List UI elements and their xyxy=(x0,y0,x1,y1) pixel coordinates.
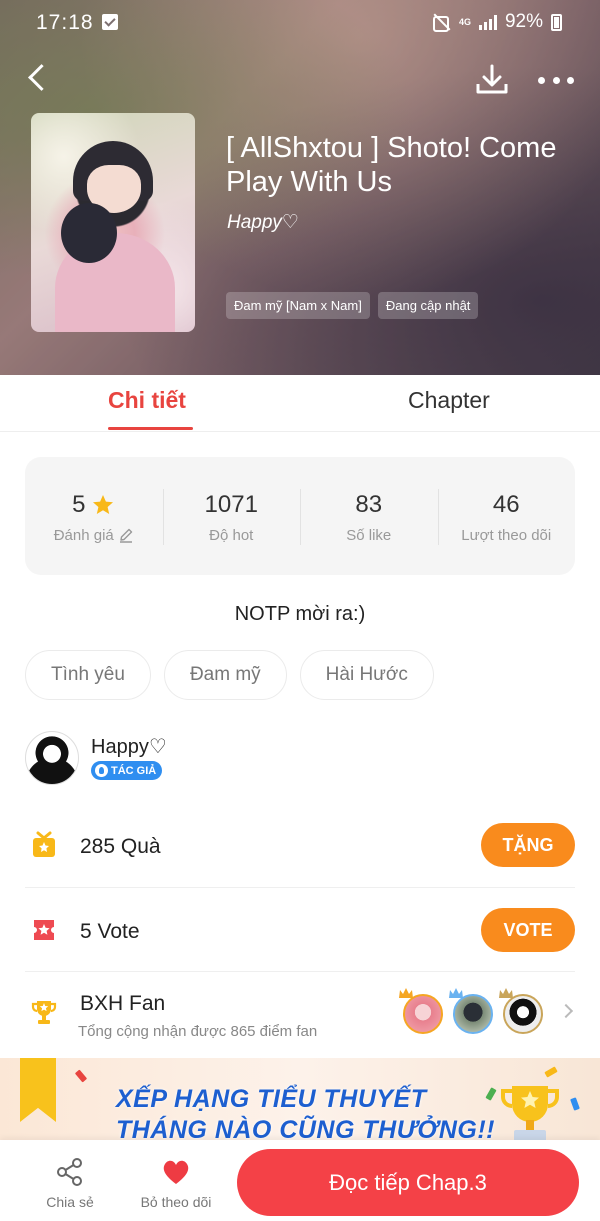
fan-avatar[interactable] xyxy=(403,994,443,1034)
fan-avatar[interactable] xyxy=(503,994,543,1034)
confetti-decoration xyxy=(570,1097,580,1111)
banner-line-1: XẾP HẠNG TIỂU THUYẾT xyxy=(116,1085,427,1113)
gift-row: 285 Quà TẶNG xyxy=(25,818,575,888)
fan-ranking-subtitle: Tổng cộng nhận được 865 điểm fan xyxy=(78,1023,318,1040)
more-dot xyxy=(567,76,574,84)
fan-ranking-title: BXH Fan xyxy=(80,992,166,1015)
confetti-decoration xyxy=(544,1066,558,1078)
rating-label: Đánh giá xyxy=(53,526,114,544)
gift-count: 285 Quà xyxy=(80,835,161,858)
unfollow-button[interactable]: Bỏ theo dõi xyxy=(128,1156,224,1210)
story-title: [ AllShxtou ] Shoto! Come Play With Us xyxy=(226,132,557,198)
cover-image[interactable] xyxy=(31,113,195,332)
top-fans xyxy=(399,988,543,1036)
battery-icon xyxy=(551,13,562,31)
genre-chip[interactable]: Đam mỹ xyxy=(163,650,287,700)
pen-nib-icon xyxy=(95,764,108,777)
follow-label: Lượt theo dõi xyxy=(461,526,552,544)
stat-hot: 1071 Độ hot xyxy=(162,488,301,545)
tab-bar: Chi tiết Chapter xyxy=(0,375,600,432)
share-icon xyxy=(57,1158,82,1186)
story-tag[interactable]: Đam mỹ [Nam x Nam] xyxy=(226,292,370,319)
tab-active-indicator xyxy=(108,427,193,430)
like-value: 83 xyxy=(355,490,383,518)
tab-detail[interactable]: Chi tiết xyxy=(108,387,186,414)
status-time: 17:18 xyxy=(36,11,94,34)
notification-check-icon xyxy=(102,14,118,30)
mute-icon xyxy=(432,13,451,32)
status-bar: 17:18 4G 92% xyxy=(0,0,600,46)
author-avatar[interactable] xyxy=(25,731,79,785)
signal-icon xyxy=(478,14,497,30)
rating-value: 5 xyxy=(72,490,86,518)
back-button[interactable] xyxy=(20,58,60,98)
gift-icon xyxy=(33,831,55,857)
battery-level: 92% xyxy=(504,11,543,32)
chevron-right-icon xyxy=(558,1003,574,1019)
fan-avatar[interactable] xyxy=(453,994,493,1034)
tab-chapter[interactable]: Chapter xyxy=(408,387,490,414)
vote-count: 5 Vote xyxy=(80,920,140,943)
share-button[interactable]: Chia sẻ xyxy=(38,1156,102,1210)
like-label: Số like xyxy=(346,526,392,544)
star-icon xyxy=(93,494,114,514)
stat-like: 83 Số like xyxy=(300,488,438,545)
author-badge-label: TÁC GIẢ xyxy=(111,764,157,777)
stats-card: 5 Đánh giá 1071 Độ hot 83 Số like 46 Lượ… xyxy=(25,457,575,575)
author-badge: TÁC GIẢ xyxy=(91,761,163,780)
story-author[interactable]: Happy♡ xyxy=(227,211,299,234)
genre-chip[interactable]: Tình yêu xyxy=(25,650,151,700)
stat-follow: 46 Lượt theo dõi xyxy=(437,488,576,545)
gift-button[interactable]: TẶNG xyxy=(481,823,575,867)
trophy-illustration-icon xyxy=(501,1086,559,1148)
promo-banner[interactable]: XẾP HẠNG TIỂU THUYẾT THÁNG NÀO CŨNG THƯỞ… xyxy=(0,1058,600,1148)
vote-row: 5 Vote VOTE xyxy=(25,888,575,972)
vote-button[interactable]: VOTE xyxy=(481,908,575,952)
genre-list: Tình yêu Đam mỹ Hài Hước xyxy=(25,650,434,700)
more-dot xyxy=(552,76,560,84)
network-type: 4G xyxy=(458,16,471,27)
trophy-icon xyxy=(31,1001,57,1024)
story-description: NOTP mời ra:) xyxy=(234,603,366,625)
follow-value: 46 xyxy=(492,490,520,518)
author-name[interactable]: Happy♡ xyxy=(91,734,167,759)
story-tags: Đam mỹ [Nam x Nam] Đang cập nhật xyxy=(226,292,479,319)
ribbon-decoration xyxy=(20,1058,56,1122)
heart-icon xyxy=(163,1160,189,1184)
ticket-icon xyxy=(34,920,54,940)
banner-text: XẾP HẠNG TIỂU THUYẾT THÁNG NÀO CŨNG THƯỞ… xyxy=(116,1084,495,1146)
more-button[interactable] xyxy=(534,62,578,98)
cover-art-cat xyxy=(61,203,117,263)
more-dot xyxy=(538,76,545,84)
confetti-decoration xyxy=(74,1069,88,1083)
genre-chip[interactable]: Hài Hước xyxy=(299,650,434,700)
story-tag[interactable]: Đang cập nhật xyxy=(377,292,479,319)
unfollow-label: Bỏ theo dõi xyxy=(140,1194,212,1210)
continue-reading-button[interactable]: Đọc tiếp Chap.3 xyxy=(237,1149,579,1216)
fan-ranking-row[interactable]: BXH Fan Tổng cộng nhận được 865 điểm fan xyxy=(25,972,575,1056)
hot-label: Độ hot xyxy=(209,526,254,544)
bottom-action-bar: Chia sẻ Bỏ theo dõi Đọc tiếp Chap.3 xyxy=(0,1140,600,1221)
download-icon xyxy=(476,64,508,94)
pencil-icon xyxy=(119,528,132,543)
share-label: Chia sẻ xyxy=(46,1194,94,1210)
download-button[interactable] xyxy=(472,60,512,100)
story-header: 17:18 4G 92% [ AllShxtou ] Shoto! Come P xyxy=(0,0,600,375)
hot-value: 1071 xyxy=(204,490,258,518)
stat-rating[interactable]: 5 Đánh giá xyxy=(25,489,163,544)
status-icons: 4G 92% xyxy=(432,11,562,33)
